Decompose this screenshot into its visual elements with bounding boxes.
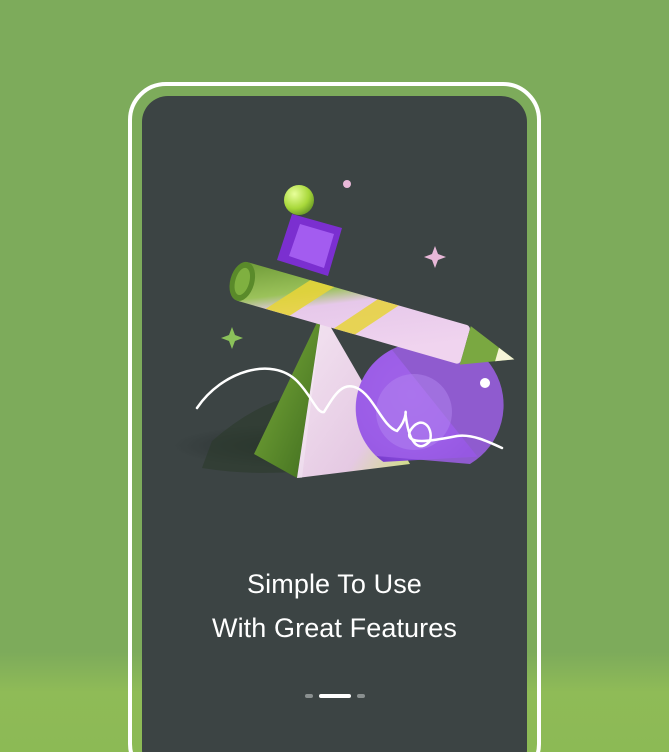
page-dot-1[interactable]: [304, 694, 313, 698]
pencil-icon: [229, 261, 515, 365]
onboarding-illustration: [172, 180, 515, 478]
sparkle-icon: [343, 180, 351, 188]
onboarding-headline: Simple To Use With Great Features: [142, 562, 527, 650]
sparkle-icon: [480, 378, 490, 388]
sparkle-icon: [221, 327, 243, 349]
onboarding-screen: Simple To Use With Great Features: [142, 96, 527, 752]
headline-line-2: With Great Features: [212, 613, 457, 643]
page-dot-2-active[interactable]: [318, 694, 351, 698]
headline-line-1: Simple To Use: [247, 569, 422, 599]
sparkle-icon: [424, 246, 446, 268]
cube-icon: [277, 214, 342, 276]
sphere-icon: [284, 185, 314, 215]
page-dot-3[interactable]: [356, 694, 365, 698]
page-indicator: [142, 694, 527, 698]
